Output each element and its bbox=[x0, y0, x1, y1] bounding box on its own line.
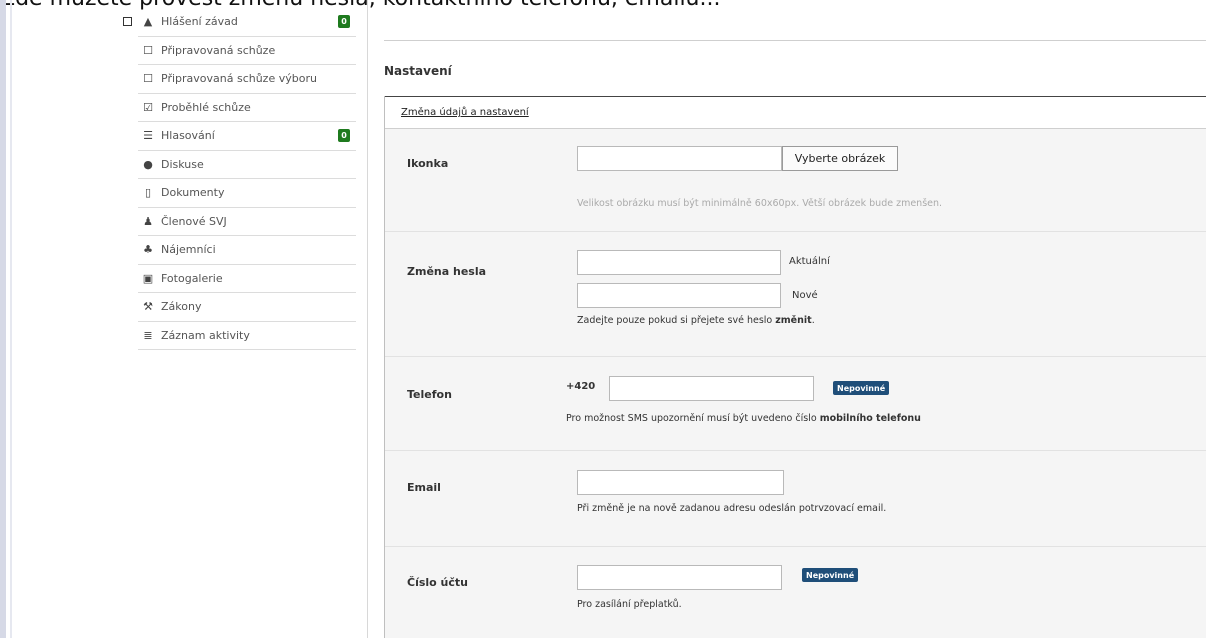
cursor-box-icon bbox=[123, 17, 132, 26]
sidebar-item-label: Členové SVJ bbox=[161, 214, 227, 228]
sidebar-item-zakony[interactable]: ⚒ Zákony bbox=[138, 293, 356, 322]
sidebar-item-label: Připravovaná schůze bbox=[161, 43, 276, 57]
left-edge-line bbox=[10, 0, 12, 638]
password-label: Změna hesla bbox=[407, 265, 487, 278]
sidebar-item-label: Záznam aktivity bbox=[161, 328, 250, 342]
phone-hint-text: Pro možnost SMS upozornění musí být uved… bbox=[566, 413, 820, 424]
user-icon: ♟ bbox=[143, 214, 153, 228]
image-icon: ▣ bbox=[142, 271, 154, 285]
sidebar-item-probehle-schuze[interactable]: ☑ Proběhlé schůze bbox=[138, 94, 356, 122]
password-hint-bold: změnit bbox=[775, 315, 812, 326]
document-icon: ▯ bbox=[144, 186, 152, 200]
phone-hint-bold: mobilního telefonu bbox=[819, 413, 921, 424]
header-rule bbox=[384, 40, 1206, 41]
gavel-icon: ⚒ bbox=[143, 300, 153, 314]
optional-badge: Nepovinné bbox=[833, 381, 890, 395]
password-hint: Zadejte pouze pokud si přejete své heslo… bbox=[577, 315, 815, 326]
current-password-caption: Aktuální bbox=[789, 256, 830, 267]
current-password-input[interactable] bbox=[577, 250, 781, 275]
sidebar-item-zaznam-aktivity[interactable]: ≣ Záznam aktivity bbox=[138, 322, 356, 350]
phone-input[interactable] bbox=[609, 376, 814, 401]
checkbox-icon: ☐ bbox=[143, 72, 153, 86]
sidebar-item-label: Nájemníci bbox=[161, 243, 216, 257]
caption-text: Zde můžete provést změnu hesla, kontaktn… bbox=[0, 0, 720, 11]
sidebar-item-label: Dokumenty bbox=[161, 186, 225, 200]
new-password-input[interactable] bbox=[577, 283, 781, 308]
sidebar-item-fotogalerie[interactable]: ▣ Fotogalerie bbox=[138, 265, 356, 293]
sidebar-item-pripravovana-schuze[interactable]: ☐ Připravovaná schůze bbox=[138, 37, 356, 65]
sidebar-item-label: Diskuse bbox=[161, 157, 204, 171]
icon-file-field[interactable] bbox=[577, 146, 782, 171]
column-divider bbox=[367, 0, 368, 638]
sidebar-item-hlaseni-zavad[interactable]: ▲ Hlášení závad 0 bbox=[138, 8, 356, 37]
checked-checkbox-icon: ☑ bbox=[143, 100, 153, 114]
panel-tab-zmena-udaju[interactable]: Změna údajů a nastavení bbox=[385, 96, 1206, 129]
page-title: Nastavení bbox=[384, 64, 452, 78]
sidebar-item-diskuse[interactable]: ● Diskuse bbox=[138, 151, 356, 179]
account-hint: Pro zasílání přeplatků. bbox=[577, 599, 682, 610]
sidebar-item-clenove-svj[interactable]: ♟ Členové SVJ bbox=[138, 208, 356, 236]
list-icon: ☰ bbox=[143, 129, 153, 143]
form-row-icon: Ikonka Vyberte obrázek Velikost obrázku … bbox=[385, 129, 1206, 232]
sidebar-item-label: Hlasování bbox=[161, 129, 215, 143]
choose-image-button[interactable]: Vyberte obrázek bbox=[782, 146, 898, 171]
settings-form: Ikonka Vyberte obrázek Velikost obrázku … bbox=[385, 129, 1206, 638]
chat-icon: ● bbox=[143, 157, 153, 171]
optional-badge: Nepovinné bbox=[802, 568, 859, 582]
warning-icon: ▲ bbox=[143, 15, 153, 29]
phone-hint: Pro možnost SMS upozornění musí být uved… bbox=[566, 413, 921, 424]
sidebar-item-label: Proběhlé schůze bbox=[161, 100, 251, 114]
email-hint: Při změně je na nově zadanou adresu odes… bbox=[577, 503, 887, 514]
phone-label: Telefon bbox=[407, 388, 452, 401]
sidebar-item-label: Fotogalerie bbox=[161, 271, 223, 285]
icon-label: Ikonka bbox=[407, 157, 449, 170]
icon-hint: Velikost obrázku musí být minimálně 60x6… bbox=[577, 198, 943, 209]
count-badge: 0 bbox=[338, 129, 350, 142]
account-label: Číslo účtu bbox=[407, 576, 468, 589]
sidebar-menu: ▲ Hlášení závad 0 ☐ Připravovaná schůze … bbox=[138, 8, 356, 350]
phone-prefix: +420 bbox=[566, 381, 596, 392]
form-row-email: Email Při změně je na nově zadanou adres… bbox=[385, 451, 1206, 547]
checkbox-icon: ☐ bbox=[143, 43, 153, 57]
email-label: Email bbox=[407, 481, 441, 494]
account-input[interactable] bbox=[577, 565, 782, 590]
sidebar-item-najemnici[interactable]: ♣ Nájemníci bbox=[138, 236, 356, 265]
log-icon: ≣ bbox=[143, 328, 153, 342]
email-input[interactable] bbox=[577, 470, 784, 495]
sidebar-item-pripravovana-schuze-vyboru[interactable]: ☐ Připravovaná schůze výboru bbox=[138, 65, 356, 94]
settings-panel: Změna údajů a nastavení Ikonka Vyberte o… bbox=[384, 96, 1206, 638]
sidebar-item-hlasovani[interactable]: ☰ Hlasování 0 bbox=[138, 122, 356, 151]
sidebar-item-dokumenty[interactable]: ▯ Dokumenty bbox=[138, 179, 356, 208]
form-row-phone: Telefon +420 Nepovinné Pro možnost SMS u… bbox=[385, 357, 1206, 451]
left-edge-bar bbox=[0, 0, 6, 638]
password-hint-text: Zadejte pouze pokud si přejete své heslo bbox=[577, 315, 776, 326]
users-icon: ♣ bbox=[143, 243, 153, 257]
sidebar-item-label: Hlášení závad bbox=[161, 15, 238, 29]
sidebar-item-label: Zákony bbox=[161, 300, 202, 314]
form-row-password: Změna hesla Aktuální Nové Zadejte pouze … bbox=[385, 232, 1206, 357]
form-row-account: Číslo účtu Nepovinné Pro zasílání přepla… bbox=[385, 547, 1206, 638]
count-badge: 0 bbox=[338, 15, 350, 28]
sidebar-item-label: Připravovaná schůze výboru bbox=[161, 72, 317, 86]
new-password-caption: Nové bbox=[792, 290, 818, 301]
password-hint-end: . bbox=[811, 315, 815, 326]
